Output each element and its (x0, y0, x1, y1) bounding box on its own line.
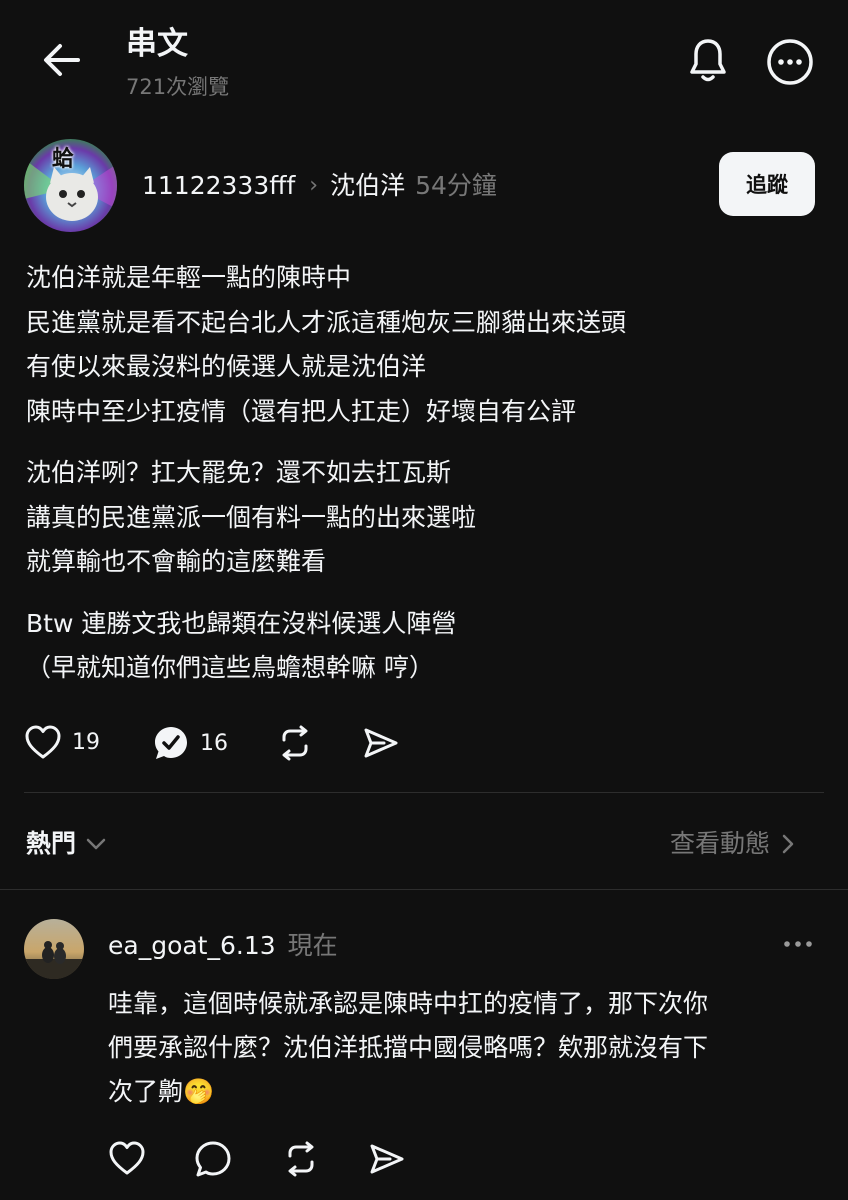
comment-reply-button[interactable] (194, 1140, 232, 1178)
repost-button[interactable] (276, 724, 314, 762)
comment-like-button[interactable] (108, 1140, 146, 1176)
post-line: 陳時中至少扛疫情（還有把人扛走）好壞自有公評 (26, 396, 577, 426)
comment-line: 次了齁🤭 (108, 1070, 820, 1114)
share-button[interactable] (362, 724, 400, 762)
comment-line: 們要承認什麼？沈伯洋抵擋中國侵略嗎？欸那就沒有下 (108, 1033, 709, 1062)
more-dots-icon (784, 941, 812, 947)
like-count: 19 (72, 729, 100, 755)
more-options-button[interactable] (764, 36, 816, 88)
post-line: 民進黨就是看不起台北人才派這種炮灰三腳貓出來送頭 (26, 307, 627, 337)
comment-share-button[interactable] (368, 1140, 406, 1178)
comment-time: 現在 (287, 931, 338, 960)
post-line: （早就知道你們這些鳥蟾想幹嘛 哼） (26, 653, 434, 682)
author-name[interactable]: 11122333fff (142, 168, 295, 204)
back-arrow-icon (44, 44, 80, 76)
view-activity-label: 查看動態 (670, 829, 771, 858)
post-paragraph: 沈伯洋就是年輕一點的陳時中 民進黨就是看不起台北人才派這種炮灰三腳貓出來送頭 有… (26, 256, 826, 434)
sort-dropdown[interactable]: 熱門 (26, 826, 108, 862)
follow-button[interactable]: 追蹤 (719, 152, 815, 216)
author-line: 11122333fff › 沈伯洋 54分鐘 (142, 168, 497, 204)
post-line: 講真的民進黨派一個有料一點的出來選啦 (26, 502, 477, 532)
comment-body: 哇靠，這個時候就承認是陳時中扛的疫情了，那下次你 們要承認什麼？沈伯洋抵擋中國侵… (108, 982, 820, 1114)
chevron-right-icon: › (309, 173, 319, 198)
reply-bubble-icon (195, 1141, 231, 1177)
post-line: 沈伯洋就是年輕一點的陳時中 (26, 263, 352, 292)
hand-over-mouth-emoji-icon: 🤭 (183, 1077, 215, 1106)
commenter-avatar[interactable] (24, 919, 84, 979)
post-line: Btw 連勝文我也歸類在沒料候選人陣營 (26, 608, 457, 638)
more-circle-icon (767, 39, 813, 85)
view-activity-link[interactable]: 查看動態 (670, 826, 798, 862)
like-button[interactable]: 19 (24, 724, 100, 760)
avatar-text: 蛤 (52, 147, 75, 172)
reply-button[interactable]: 16 (152, 724, 228, 762)
view-count: 721次瀏覽 (126, 75, 230, 99)
post-time: 54分鐘 (415, 171, 497, 200)
heart-icon (25, 725, 61, 759)
post-line: 沈伯洋咧？扛大罷免？還不如去扛瓦斯 (26, 458, 452, 487)
divider (24, 792, 824, 793)
author-avatar[interactable]: 蛤 (24, 139, 117, 232)
post-line: 有使以來最沒料的候選人就是沈伯洋 (26, 352, 427, 381)
chevron-down-icon (86, 838, 106, 850)
post-paragraph: Btw 連勝文我也歸類在沒料候選人陣營 （早就知道你們這些鳥蟾想幹嘛 哼） (26, 602, 826, 691)
notify-button[interactable] (684, 34, 732, 86)
repost-icon (282, 725, 308, 761)
heart-icon (109, 1141, 145, 1175)
page-title: 串文 (126, 26, 188, 62)
comment-line: 哇靠，這個時候就承認是陳時中扛的疫情了，那下次你 (108, 989, 709, 1018)
post-line: 就算輸也不會輸的這麼難看 (26, 547, 327, 576)
comment-username[interactable]: ea_goat_6.13 (108, 928, 276, 964)
comment-header: ea_goat_6.13 現在 (108, 928, 338, 964)
post-paragraph: 沈伯洋咧？扛大罷免？還不如去扛瓦斯 講真的民進黨派一個有料一點的出來選啦 就算輸… (26, 451, 826, 585)
comment-line-text: 次了齁 (108, 1077, 184, 1106)
comment-more-button[interactable] (780, 930, 816, 958)
send-icon (364, 728, 398, 758)
repost-icon (288, 1141, 314, 1177)
sort-label: 熱門 (26, 829, 77, 858)
send-icon (370, 1144, 404, 1174)
reply-to-name[interactable]: 沈伯洋 (330, 168, 405, 204)
post-body: 沈伯洋就是年輕一點的陳時中 民進黨就是看不起台北人才派這種炮灰三腳貓出來送頭 有… (26, 256, 826, 691)
reply-count: 16 (200, 730, 228, 756)
reply-bubble-icon (155, 727, 187, 759)
comment-repost-button[interactable] (282, 1140, 320, 1178)
back-button[interactable] (40, 38, 84, 82)
divider (0, 889, 848, 890)
bell-icon (690, 39, 726, 82)
chevron-right-icon (782, 834, 794, 854)
